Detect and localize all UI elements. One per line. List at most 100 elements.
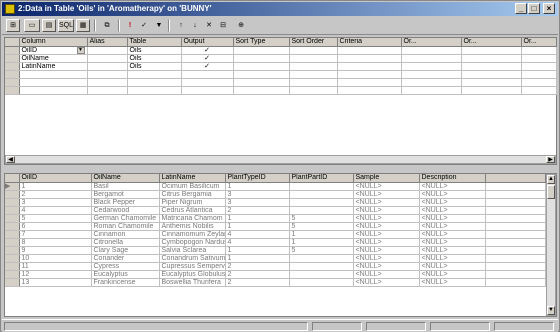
planttypeid-cell[interactable]: 4 (225, 230, 290, 239)
planttypeid-cell[interactable]: 1 (225, 246, 290, 255)
criteria-cell[interactable] (337, 78, 402, 87)
col-header-planttypeid[interactable]: PlantTypeID (225, 174, 290, 183)
latinname-cell[interactable]: Cymbopogon Nardus (159, 238, 226, 247)
sort-type-cell[interactable] (233, 46, 290, 55)
row-selector[interactable] (5, 54, 20, 63)
col-header-criteria[interactable]: Criteria (337, 38, 402, 47)
description-cell[interactable]: <NULL> (419, 278, 486, 287)
description-cell[interactable]: <NULL> (419, 262, 486, 271)
or-cell[interactable] (521, 54, 557, 63)
sample-cell[interactable]: <NULL> (353, 190, 420, 199)
row-selector[interactable] (5, 70, 20, 79)
col-header-or-2[interactable]: Or... (461, 38, 522, 47)
sample-cell[interactable]: <NULL> (353, 222, 420, 231)
show-sql-button[interactable]: SQL (58, 19, 74, 32)
oilid-cell[interactable]: 13 (19, 278, 92, 287)
row-selector[interactable] (5, 206, 20, 215)
col-header-oilid[interactable]: OilID (19, 174, 92, 183)
scroll-thumb[interactable] (547, 185, 555, 199)
or-cell[interactable] (401, 46, 462, 55)
alias-cell[interactable] (87, 46, 128, 55)
show-diagram-icon[interactable]: ⊞ (6, 19, 20, 32)
scroll-left-button[interactable]: ◀ (6, 156, 15, 163)
sort-type-cell[interactable] (233, 78, 290, 87)
plantpartid-cell[interactable]: 5 (289, 246, 354, 255)
criteria-row[interactable]: LatinName Oils ✓ (5, 62, 557, 71)
or-cell[interactable] (521, 86, 557, 95)
description-cell[interactable]: <NULL> (419, 206, 486, 215)
alias-cell[interactable] (87, 70, 128, 79)
sample-cell[interactable]: <NULL> (353, 270, 420, 279)
sample-cell[interactable]: <NULL> (353, 198, 420, 207)
latinname-cell[interactable]: Anthemis Nobilis (159, 222, 226, 231)
oilid-cell[interactable]: 5 (19, 214, 92, 223)
col-header-or-1[interactable]: Or... (401, 38, 462, 47)
row-selector[interactable] (5, 46, 20, 55)
plantpartid-cell[interactable] (289, 278, 354, 287)
col-header-oilname[interactable]: OilName (91, 174, 160, 183)
table-cell[interactable] (127, 86, 182, 95)
description-cell[interactable]: <NULL> (419, 254, 486, 263)
sample-cell[interactable]: <NULL> (353, 254, 420, 263)
criteria-hscrollbar[interactable]: ◀ ▶ (5, 155, 556, 164)
sort-order-cell[interactable] (289, 46, 338, 55)
or-cell[interactable] (461, 70, 522, 79)
table-cell[interactable] (127, 70, 182, 79)
results-vscrollbar[interactable]: ▲ ▼ (546, 174, 556, 316)
output-cell[interactable] (181, 70, 234, 79)
table-row[interactable]: ▶ 1 Basil Ocimum Basilicum 1 <NULL> <NULL> (5, 182, 546, 191)
column-cell[interactable]: LatinName (19, 62, 88, 71)
maximize-button[interactable]: □ (528, 3, 540, 14)
oilid-cell[interactable]: 9 (19, 246, 92, 255)
sort-type-cell[interactable] (233, 86, 290, 95)
or-cell[interactable] (401, 86, 462, 95)
or-cell[interactable] (461, 46, 522, 55)
sort-order-cell[interactable] (289, 86, 338, 95)
oilname-cell[interactable]: Cedarwood (91, 206, 160, 215)
sample-cell[interactable]: <NULL> (353, 262, 420, 271)
results-pane-icon[interactable]: ▦ (76, 19, 90, 32)
or-cell[interactable] (401, 62, 462, 71)
column-cell[interactable] (19, 86, 88, 95)
sample-cell[interactable]: <NULL> (353, 238, 420, 247)
oilid-cell[interactable]: 11 (19, 262, 92, 271)
or-cell[interactable] (401, 70, 462, 79)
planttypeid-cell[interactable]: 1 (225, 222, 290, 231)
sort-ascending-icon[interactable]: ↑ (174, 19, 188, 32)
or-cell[interactable] (461, 78, 522, 87)
scroll-down-button[interactable]: ▼ (547, 306, 555, 315)
change-query-type-icon[interactable]: ⧉ (100, 19, 114, 32)
oilname-cell[interactable]: Clary Sage (91, 246, 160, 255)
table-row[interactable]: 7 Cinnamon Cinnamomum Zeylani 4 1 <NULL> <NULL… (5, 230, 546, 239)
oilid-cell[interactable]: 1 (19, 182, 92, 191)
planttypeid-cell[interactable]: 2 (225, 262, 290, 271)
column-cell[interactable] (19, 70, 88, 79)
planttypeid-cell[interactable]: 3 (225, 190, 290, 199)
sample-cell[interactable]: <NULL> (353, 182, 420, 191)
latinname-cell[interactable]: Coriandrum Sativum (159, 254, 226, 263)
row-selector[interactable] (5, 246, 20, 255)
oilname-cell[interactable]: German Chamomile (91, 214, 160, 223)
criteria-cell[interactable] (337, 86, 402, 95)
or-cell[interactable] (521, 62, 557, 71)
table-row[interactable]: 10 Coriander Coriandrum Sativum 1 <NULL> <NUL… (5, 254, 546, 263)
latinname-cell[interactable]: Boswellia Thurifera (159, 278, 226, 287)
output-checkbox[interactable]: ✓ (181, 54, 234, 63)
show-results-icon[interactable]: ▤ (42, 19, 56, 32)
remove-filter-icon[interactable]: ✕ (202, 19, 216, 32)
or-cell[interactable] (461, 54, 522, 63)
sort-order-cell[interactable] (289, 70, 338, 79)
plantpartid-cell[interactable]: 5 (289, 222, 354, 231)
minimize-button[interactable]: _ (515, 3, 527, 14)
row-selector[interactable] (5, 230, 20, 239)
criteria-cell[interactable] (337, 70, 402, 79)
latinname-cell[interactable]: Cupressus Sempervir (159, 262, 226, 271)
table-cell[interactable]: Oils (127, 62, 182, 71)
col-header-alias[interactable]: Alias (87, 38, 128, 47)
table-row[interactable]: 2 Bergamot Citrus Bergamia 3 <NULL> <NULL> (5, 190, 546, 199)
sort-descending-icon[interactable]: ↓ (188, 19, 202, 32)
verify-sql-icon[interactable]: ✓ (137, 19, 151, 32)
col-header-latinname[interactable]: LatinName (159, 174, 226, 183)
sort-type-cell[interactable] (233, 62, 290, 71)
sample-cell[interactable]: <NULL> (353, 214, 420, 223)
